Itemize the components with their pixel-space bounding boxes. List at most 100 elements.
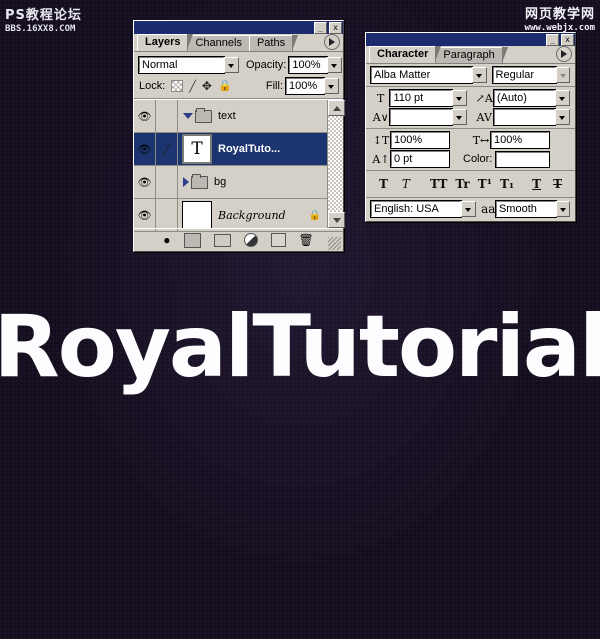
layer-name[interactable]: RoyalTuto... xyxy=(218,143,280,155)
scroll-up-icon[interactable] xyxy=(328,100,345,116)
font-family-field[interactable]: Alba Matter xyxy=(369,66,474,84)
font-family-dropdown-icon[interactable] xyxy=(472,67,487,83)
layers-panel-titlebar[interactable]: _ x xyxy=(134,21,343,34)
eye-icon[interactable]: 👁 xyxy=(138,110,152,123)
kerning-dropdown-icon[interactable] xyxy=(451,109,467,125)
font-size-dropdown-icon[interactable] xyxy=(451,90,467,106)
layer-list[interactable]: 👁 text 👁 ╱ T RoyalTuto... 👁 bg 👁 Backgro… xyxy=(134,99,345,232)
antialias-field[interactable]: Smooth xyxy=(494,200,557,218)
fill-dropdown-icon[interactable] xyxy=(324,78,339,94)
link-toggle[interactable]: ╱ xyxy=(156,133,178,165)
adjustment-layer-icon[interactable] xyxy=(243,233,258,247)
lock-transparency-icon[interactable] xyxy=(171,80,184,92)
resize-grip[interactable] xyxy=(328,237,341,250)
antialias-dropdown-icon[interactable] xyxy=(555,201,570,217)
underline-button[interactable]: T xyxy=(528,177,545,191)
tab-character[interactable]: Character xyxy=(369,46,442,63)
character-panel-tabs[interactable]: Character Paragraph xyxy=(366,46,575,64)
leading-field[interactable]: (Auto) xyxy=(492,89,557,107)
watermark-right-title: 网页教学网 xyxy=(524,7,595,22)
tracking-dropdown-icon[interactable] xyxy=(555,109,570,125)
visibility-toggle[interactable]: 👁 xyxy=(134,199,156,231)
layers-panel[interactable]: _ x Layers Channels Paths Normal Opacity… xyxy=(133,20,345,252)
layers-panel-footer[interactable]: ●​ 🗑 xyxy=(134,228,343,251)
layer-list-scrollbar[interactable] xyxy=(327,100,345,228)
brush-icon[interactable]: ╱ xyxy=(163,143,170,156)
panel-menu-icon[interactable] xyxy=(324,34,340,50)
layer-mask-icon[interactable] xyxy=(183,232,201,248)
scale-color-section: ↕T 100% T↔ 100% A↑ 0 pt Color: xyxy=(366,129,575,171)
layer-thumbnail[interactable] xyxy=(182,201,212,229)
strikethrough-button[interactable]: T xyxy=(549,177,566,191)
eye-icon[interactable]: 👁 xyxy=(138,176,152,189)
font-style-dropdown-icon[interactable] xyxy=(555,67,570,83)
character-panel-titlebar[interactable]: _ x xyxy=(366,33,575,46)
font-style-field[interactable]: Regular xyxy=(491,66,557,84)
scroll-down-icon[interactable] xyxy=(328,212,345,228)
panel-menu-icon[interactable] xyxy=(556,46,572,62)
language-dropdown-icon[interactable] xyxy=(461,201,476,217)
link-toggle[interactable] xyxy=(156,199,178,231)
delete-layer-icon[interactable]: 🗑 xyxy=(299,233,314,247)
vertical-scale-field[interactable]: 100% xyxy=(390,131,450,149)
layer-name[interactable]: text xyxy=(218,110,236,122)
small-caps-button[interactable]: Tr xyxy=(451,177,473,191)
close-icon[interactable]: x xyxy=(561,34,574,46)
tab-paragraph[interactable]: Paragraph xyxy=(435,47,508,63)
language-field[interactable]: English: USA xyxy=(369,200,463,218)
opacity-field[interactable]: 100% xyxy=(288,56,329,74)
baseline-shift-field[interactable]: 0 pt xyxy=(390,150,450,168)
font-size-icon: T xyxy=(377,91,385,105)
layer-name[interactable]: bg xyxy=(214,176,226,188)
character-panel[interactable]: _ x Character Paragraph Alba Matter Regu… xyxy=(365,32,576,222)
layers-panel-window-buttons: _ x xyxy=(314,22,342,34)
table-row[interactable]: 👁 bg xyxy=(134,166,343,199)
group-expand-icon[interactable] xyxy=(183,113,193,119)
font-size-field[interactable]: 110 pt xyxy=(389,89,453,107)
lock-move-icon[interactable]: ✥ xyxy=(202,80,212,92)
layer-style-icon[interactable]: ●​ xyxy=(163,233,170,247)
style-button-group[interactable]: T T TT Tr T¹ T₁ T T xyxy=(371,174,570,194)
visibility-toggle[interactable]: 👁 xyxy=(134,100,156,132)
kerning-icon: A∨ xyxy=(372,110,389,124)
lock-all-icon[interactable]: 🔒 xyxy=(218,81,232,92)
minimize-icon[interactable]: _ xyxy=(546,34,559,46)
visibility-toggle[interactable]: 👁 xyxy=(134,166,156,198)
kerning-field[interactable] xyxy=(389,108,453,126)
minimize-icon[interactable]: _ xyxy=(314,22,327,34)
table-row[interactable]: 👁 text xyxy=(134,100,343,133)
opacity-dropdown-icon[interactable] xyxy=(327,57,343,73)
link-toggle[interactable] xyxy=(156,166,178,198)
bold-button[interactable]: T xyxy=(375,177,392,191)
leading-dropdown-icon[interactable] xyxy=(555,90,570,106)
vertical-scale-icon: ↕T xyxy=(372,133,390,147)
eye-icon[interactable]: 👁 xyxy=(138,143,152,156)
visibility-toggle[interactable]: 👁 xyxy=(134,133,156,165)
all-caps-button[interactable]: TT xyxy=(426,177,451,191)
blend-mode-field[interactable]: Normal xyxy=(137,56,226,74)
tab-slant xyxy=(187,34,194,50)
table-row[interactable]: 👁 ╱ T RoyalTuto... xyxy=(134,133,343,166)
subscript-button[interactable]: T₁ xyxy=(496,177,518,191)
lock-brush-icon[interactable]: ╱ xyxy=(189,80,196,93)
tab-layers[interactable]: Layers xyxy=(137,34,194,51)
horizontal-scale-field[interactable]: 100% xyxy=(490,131,550,149)
close-icon[interactable]: x xyxy=(329,22,342,34)
tab-channels[interactable]: Channels xyxy=(187,35,255,51)
new-layer-icon[interactable] xyxy=(270,233,286,247)
eye-icon[interactable]: 👁 xyxy=(138,209,152,222)
text-color-swatch[interactable] xyxy=(495,150,551,168)
layer-thumbnail[interactable]: T xyxy=(182,134,212,164)
link-toggle[interactable] xyxy=(156,100,178,132)
blend-mode-dropdown-icon[interactable] xyxy=(224,57,239,73)
tracking-field[interactable] xyxy=(492,108,557,126)
tab-paths[interactable]: Paths xyxy=(248,35,299,51)
italic-button[interactable]: T xyxy=(398,177,414,191)
fill-field[interactable]: 100% xyxy=(285,77,325,95)
layers-panel-tabs[interactable]: Layers Channels Paths xyxy=(134,34,343,52)
lock-icon-group: ╱ ✥ 🔒 xyxy=(171,80,232,93)
layer-name[interactable]: Background xyxy=(218,209,286,222)
superscript-button[interactable]: T¹ xyxy=(474,177,496,191)
new-group-icon[interactable] xyxy=(213,233,231,247)
group-expand-icon[interactable] xyxy=(183,177,189,187)
